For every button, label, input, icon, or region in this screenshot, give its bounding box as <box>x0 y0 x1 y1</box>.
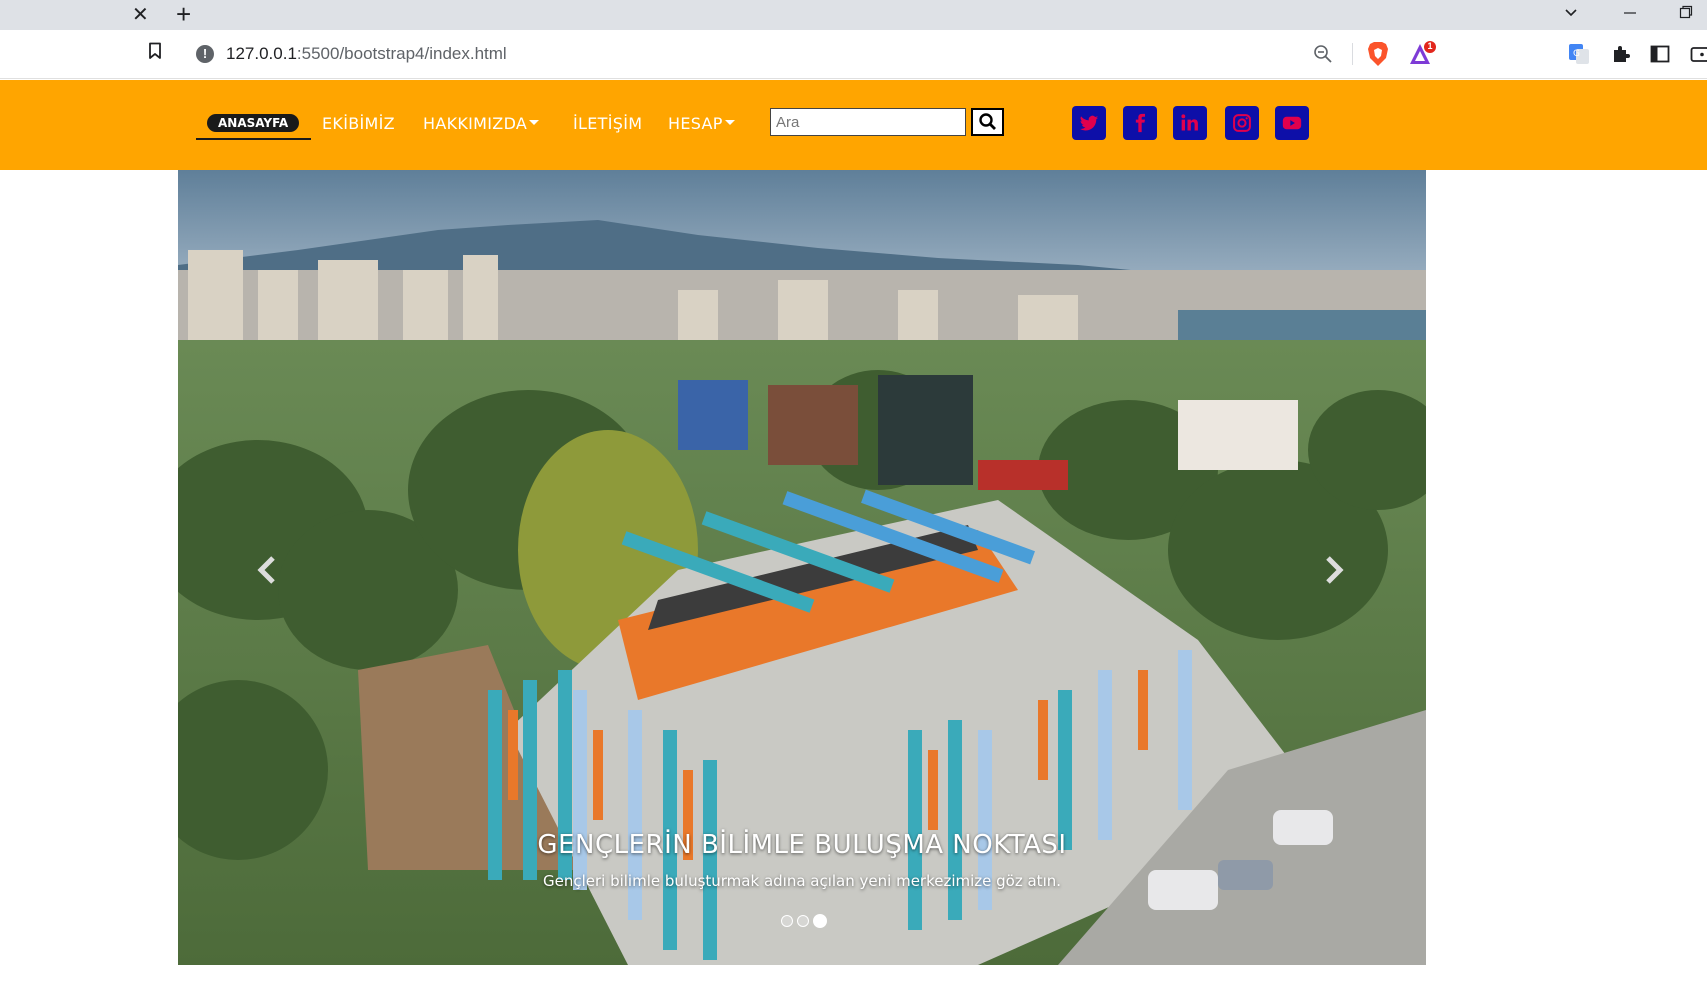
zoom-out-icon[interactable] <box>1312 43 1334 65</box>
carousel-indicator-3[interactable] <box>813 914 827 928</box>
carousel-caption-text: Gençleri bilimle buluşturmak adına açıla… <box>542 872 1062 890</box>
brave-shields-icon[interactable] <box>1366 41 1390 67</box>
search-icon <box>979 113 996 130</box>
extensions-puzzle-icon[interactable] <box>1610 43 1632 65</box>
youtube-link[interactable] <box>1275 106 1309 140</box>
nav-item-home[interactable]: ANASAYFA <box>196 107 311 140</box>
nav-link-account-dropdown[interactable]: HESAP <box>668 114 735 133</box>
brave-rewards-icon[interactable]: 1 <box>1408 40 1438 68</box>
facebook-icon <box>1135 113 1145 133</box>
nav-link-contact[interactable]: İLETİŞİM <box>573 114 642 133</box>
youtube-icon <box>1282 116 1302 130</box>
toolbar-divider <box>1352 43 1353 65</box>
instagram-icon <box>1233 114 1251 132</box>
svg-text:G: G <box>1573 49 1580 59</box>
search-button[interactable] <box>971 108 1004 136</box>
twitter-icon <box>1079 115 1099 131</box>
instagram-link[interactable] <box>1225 106 1259 140</box>
twitter-link[interactable] <box>1072 106 1106 140</box>
sidebar-toggle-icon[interactable] <box>1650 44 1670 64</box>
caret-down-icon <box>724 120 735 125</box>
site-navbar: ANASAYFA EKİBİMİZ HAKKIMIZDA İLETİŞİM HE… <box>0 80 1707 170</box>
bookmark-icon[interactable] <box>148 42 162 60</box>
carousel-caption: GENÇLERİN BİLİMLE BULUŞMA NOKTASI Gençle… <box>178 830 1426 890</box>
rewards-badge: 1 <box>1427 41 1433 51</box>
carousel-caption-title: GENÇLERİN BİLİMLE BULUŞMA NOKTASI <box>537 830 1067 860</box>
restore-window-icon[interactable] <box>1678 4 1694 25</box>
caret-down-icon <box>529 120 540 125</box>
nav-link-home[interactable]: ANASAYFA <box>207 114 300 132</box>
linkedin-icon <box>1181 114 1198 131</box>
facebook-link[interactable] <box>1123 106 1157 140</box>
wallet-icon[interactable] <box>1690 44 1707 64</box>
carousel-next-button[interactable] <box>1313 550 1353 590</box>
chevron-left-icon <box>257 556 275 584</box>
new-tab-icon[interactable]: + <box>176 1 191 27</box>
address-bar[interactable]: ! 127.0.0.1:5500/bootstrap4/index.html 1 <box>184 36 1445 72</box>
search-input[interactable] <box>770 108 966 136</box>
translate-extension-icon[interactable]: G <box>1568 43 1590 65</box>
carousel-indicator-1[interactable] <box>781 915 793 927</box>
chevron-right-icon <box>1326 556 1344 584</box>
close-tab-icon[interactable]: ✕ <box>132 4 149 26</box>
carousel-prev-button[interactable] <box>248 550 288 590</box>
browser-tabstrip: ✕ + <box>0 0 1707 30</box>
nav-link-about-dropdown[interactable]: HAKKIMIZDA <box>423 114 540 133</box>
tab-search-chevron-icon[interactable] <box>1563 4 1579 25</box>
nav-link-team[interactable]: EKİBİMİZ <box>322 114 395 133</box>
linkedin-link[interactable] <box>1173 106 1207 140</box>
hero-carousel: GENÇLERİN BİLİMLE BULUŞMA NOKTASI Gençle… <box>178 170 1426 965</box>
browser-toolbar: ! 127.0.0.1:5500/bootstrap4/index.html 1… <box>0 30 1707 79</box>
site-info-icon[interactable]: ! <box>196 45 214 63</box>
minimize-window-icon[interactable] <box>1622 4 1638 25</box>
carousel-indicator-2[interactable] <box>797 915 809 927</box>
url-text[interactable]: 127.0.0.1:5500/bootstrap4/index.html <box>226 44 507 64</box>
